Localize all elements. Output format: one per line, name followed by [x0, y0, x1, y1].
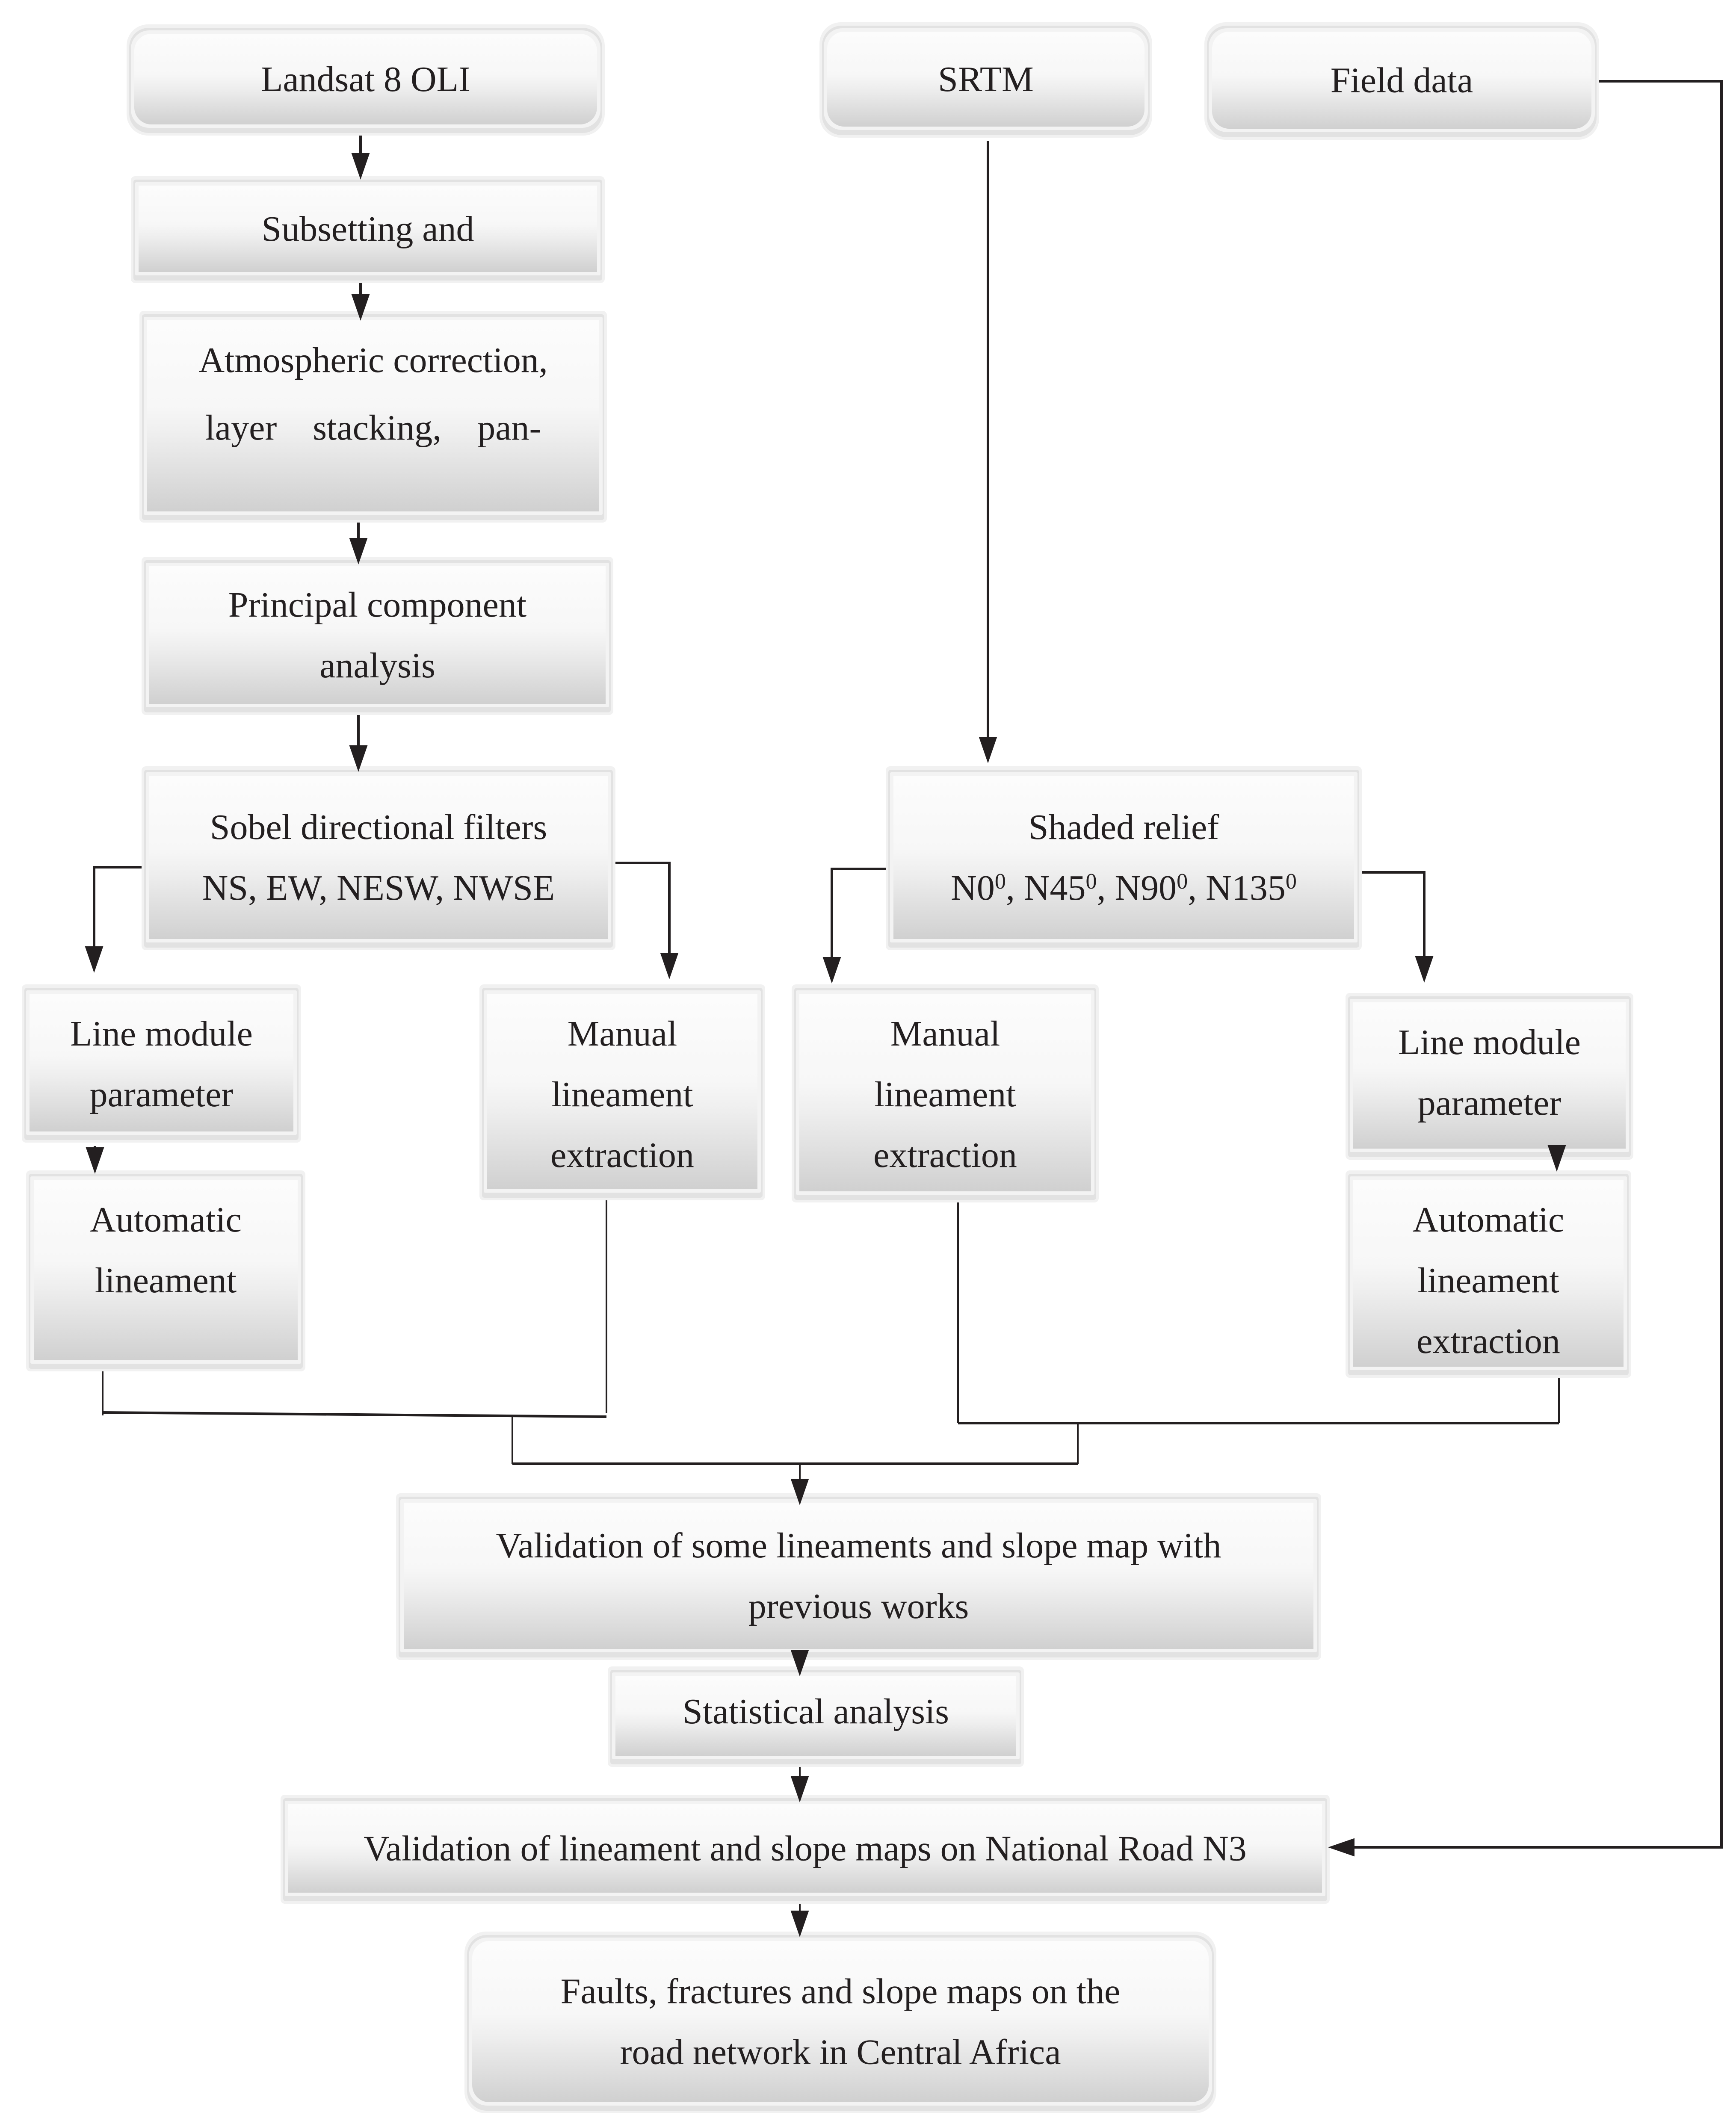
node-label-line: Manual [568, 1014, 677, 1054]
node-subsetting: Subsetting and [131, 176, 605, 283]
degree-mark: 0 [995, 869, 1006, 894]
node-label-line: NS, EW, NESW, NWSE [202, 868, 555, 908]
box-text-group: Manual lineament extraction [550, 1014, 694, 1175]
node-field: Field data [1204, 22, 1599, 140]
box-text-group: Automatic lineament extraction [1413, 1200, 1564, 1361]
angle-value: N90 [1115, 868, 1177, 908]
node-label-line: Line module [1398, 1022, 1581, 1062]
node-label-line: Validation of lineament and slope maps o… [364, 1829, 1247, 1869]
node-manual-left: Manual lineament extraction [479, 984, 765, 1200]
node-label-line: Atmospheric correction, [198, 340, 547, 380]
field-data-connector [1352, 80, 1723, 1849]
node-auto-right: Automatic lineament extraction [1346, 1170, 1631, 1378]
node-shaded: Shaded reliefN00, N450, N900, N1350 [886, 766, 1362, 950]
flowchart: Landsat 8 OLI Subsetting and Atmospheric c… [22, 22, 1723, 2113]
degree-mark: 0 [1286, 869, 1297, 894]
arrowhead-icon [1328, 1838, 1354, 1857]
arrowhead-icon [85, 946, 104, 973]
node-label-line: SRTM [938, 59, 1034, 99]
node-label-line: lineament [874, 1075, 1016, 1114]
node-line-module-left: Line module parameter [22, 984, 301, 1143]
node-label-line: Field data [1331, 61, 1473, 100]
node-pca: Principal component analysis [142, 557, 613, 715]
arrowhead-icon [822, 957, 841, 984]
node-label-line: Automatic [90, 1200, 242, 1240]
node-label-line: Validation of some lineaments and slope … [496, 1526, 1221, 1566]
angle-value: N45 [1024, 868, 1086, 908]
node-label-line: Shaded relief [1029, 807, 1219, 847]
node-label-line: analysis [319, 646, 435, 685]
node-label-line: parameter [90, 1075, 234, 1114]
node-label-line: Sobel directional filters [210, 807, 547, 847]
node-label-line: parameter [1418, 1083, 1562, 1123]
node-label-line: extraction [550, 1135, 694, 1175]
node-label-line: Principal component [228, 585, 527, 625]
box-body [149, 776, 608, 939]
connector-line [831, 868, 892, 975]
separator: , [1097, 868, 1115, 908]
separator: , [1188, 868, 1206, 908]
degree-mark: 0 [1086, 869, 1097, 894]
degree-mark: 0 [1177, 869, 1188, 894]
node-label-line: Automatic [1413, 1200, 1564, 1240]
node-label-line: extraction [873, 1135, 1017, 1175]
node-label-line: Line module [70, 1014, 253, 1054]
node-label-line: lineament [551, 1075, 693, 1114]
node-label-line: Manual [890, 1014, 1000, 1054]
node-line-module-right: Line module parameter [1346, 993, 1633, 1160]
arrowhead-icon [1415, 956, 1434, 983]
node-validation-n3: Validation of lineament and slope maps o… [281, 1795, 1330, 1904]
node-label-line: Subsetting and [262, 209, 474, 249]
node-manual-right: Manual lineament extraction [792, 984, 1099, 1202]
node-validation-previous: Validation of some lineaments and slope … [396, 1493, 1321, 1660]
box-text-group: Manual lineament extraction [873, 1014, 1017, 1175]
node-label-line: extraction [1417, 1321, 1560, 1361]
node-label-line: lineament [1417, 1261, 1559, 1300]
node-label-line: road network in Central Africa [620, 2032, 1061, 2072]
node-faults: Faults, fractures and slope maps on the r… [464, 1932, 1216, 2113]
box-body [893, 776, 1354, 939]
node-landsat: Landsat 8 OLI [127, 24, 605, 136]
connector-line [1358, 871, 1425, 971]
angle-value: N0 [951, 868, 995, 908]
angle-value: N135 [1206, 868, 1286, 908]
node-label-line: previous works [748, 1586, 969, 1626]
arrowhead-icon [86, 1147, 104, 1174]
separator: , [1006, 868, 1024, 908]
merge-line-left [102, 1411, 607, 1418]
node-label-line: Landsat 8 OLI [261, 59, 470, 99]
node-label-line: lineament [95, 1261, 237, 1300]
node-sobel: Sobel directional filters NS, EW, NESW, N… [142, 766, 615, 950]
node-statistical: Statistical analysis [608, 1666, 1024, 1767]
arrowhead-icon [660, 953, 679, 979]
nodes-layer: Landsat 8 OLI Subsetting and Atmospheric c… [22, 22, 1633, 2113]
box-body [404, 1503, 1313, 1649]
box-body [472, 1941, 1209, 2102]
node-atmospheric: Atmospheric correction, layer stacking, p… [139, 311, 607, 523]
node-auto-left: Automatic lineament [26, 1170, 305, 1371]
node-label-line: Statistical analysis [683, 1692, 949, 1731]
node-label-line: layer stacking, pan- [205, 408, 541, 448]
arrowhead-icon [351, 153, 370, 180]
arrowhead-icon [979, 737, 997, 763]
connector-line [614, 862, 671, 966]
node-label-line: Faults, fractures and slope maps on the [561, 1972, 1121, 2012]
node-srtm: SRTM [819, 22, 1152, 138]
